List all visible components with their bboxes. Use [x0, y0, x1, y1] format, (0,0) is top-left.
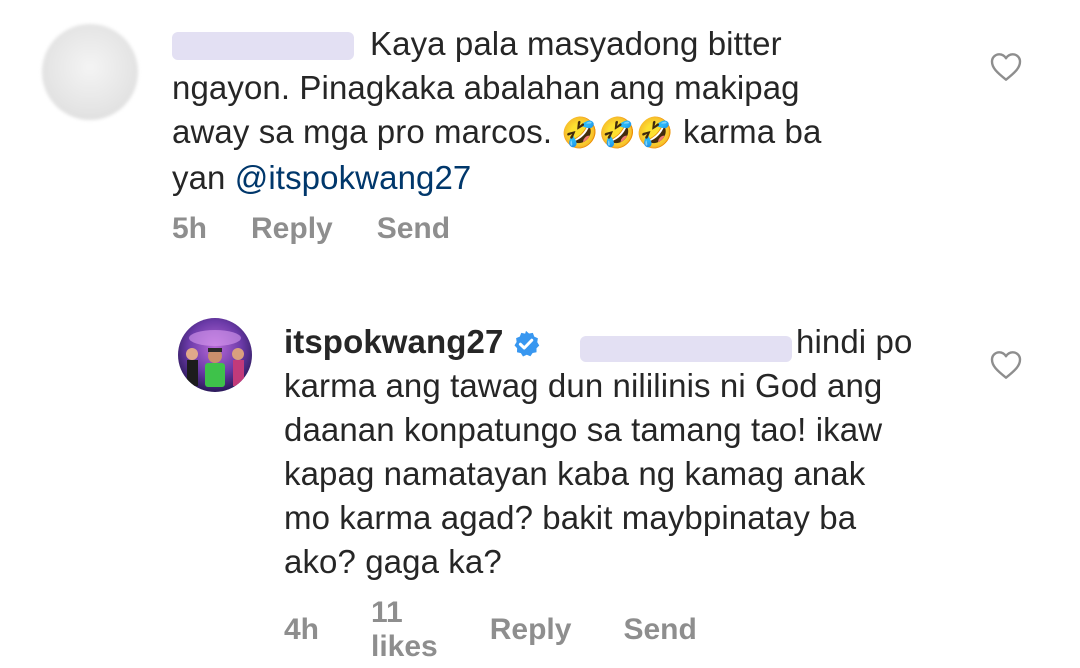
send-button[interactable]: Send	[377, 212, 450, 246]
commenter-avatar[interactable]	[178, 318, 252, 392]
username-link[interactable]: itspokwang27	[284, 323, 503, 360]
heart-icon[interactable]	[990, 52, 1022, 82]
comment-2-line-1-tail: hindi po	[796, 323, 913, 360]
comment-1-line-1: Kaya pala masyadong bitter	[370, 25, 782, 62]
reply-button[interactable]: Reply	[251, 212, 333, 246]
reply-button[interactable]: Reply	[490, 613, 572, 647]
heart-icon[interactable]	[990, 350, 1022, 380]
mention-link[interactable]: @itspokwang27	[235, 159, 472, 196]
comment-1-text: Kaya pala masyadong bitter ngayon. Pinag…	[172, 22, 952, 200]
comment-1-line-2: ngayon. Pinagkaka abalahan ang makipag	[172, 69, 800, 106]
comment-1-line-4: yan @itspokwang27	[172, 159, 472, 196]
comment-1-meta: 5h Reply Send	[172, 212, 450, 246]
commenter-avatar[interactable]	[42, 24, 138, 120]
comment-2-line-1: itspokwang27 hindi po	[284, 320, 984, 364]
comment-2-line-4: kapag namatayan kaba ng kamag anak	[284, 455, 866, 492]
comment-1-line-3: away sa mga pro marcos. 🤣🤣🤣 karma ba	[172, 113, 822, 150]
comment-2-line-2: karma ang tawag dun nililinis ni God ang	[284, 367, 883, 404]
comment-2-line-5: mo karma agad? bakit maybpinatay ba	[284, 499, 857, 536]
comment-2-meta: 4h 11 likes Reply Send	[284, 596, 697, 664]
likes-count[interactable]: 11 likes	[371, 596, 438, 664]
timestamp: 4h	[284, 613, 320, 646]
comment-2-line-6: ako? gaga ka?	[284, 543, 502, 580]
send-button[interactable]: Send	[623, 613, 696, 647]
profile-photo-icon	[178, 318, 252, 392]
timestamp: 5h	[172, 212, 208, 245]
laughing-emoji: 🤣🤣🤣	[561, 117, 674, 150]
verified-badge-icon	[514, 331, 540, 357]
comment-2-text: itspokwang27 hindi po karma ang tawag du…	[284, 320, 984, 584]
comment-2-line-3: daanan konpatungo sa tamang tao! ikaw	[284, 411, 883, 448]
